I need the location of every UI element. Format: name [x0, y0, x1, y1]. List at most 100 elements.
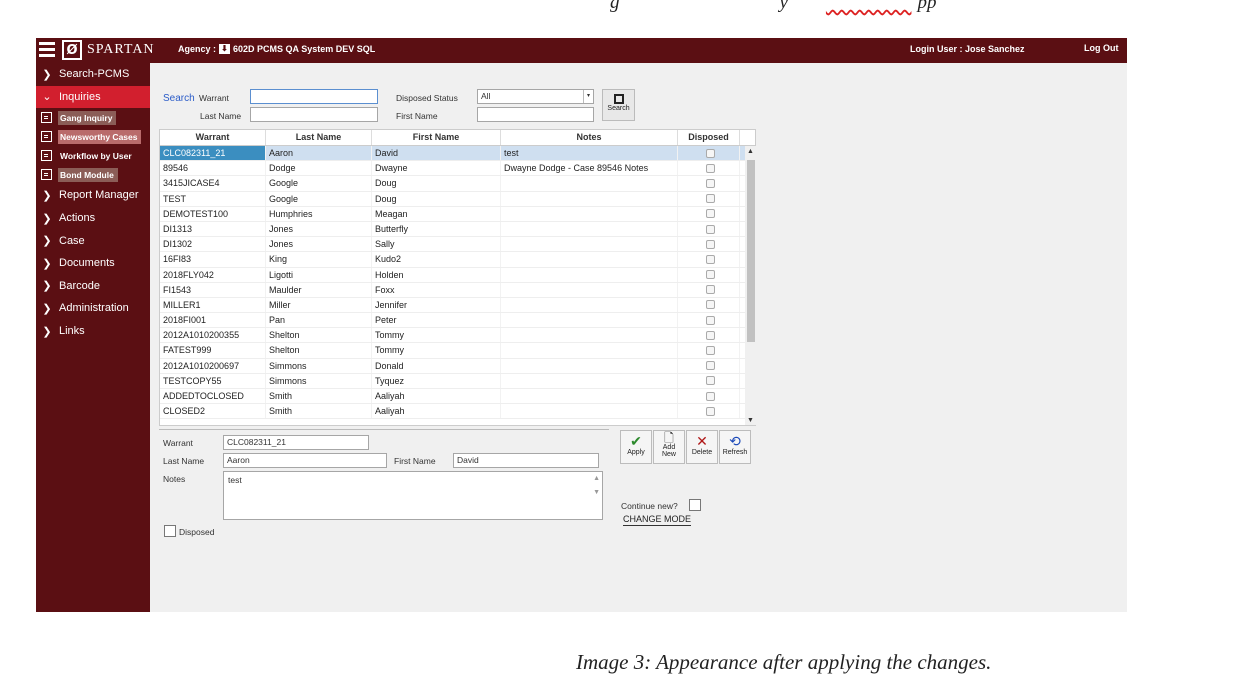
cell-disposed	[678, 282, 740, 297]
table-row[interactable]: FI1543 Maulder Foxx	[160, 282, 745, 298]
disposed-checkbox[interactable]	[705, 391, 715, 401]
continue-new-label: Continue new?	[621, 501, 678, 511]
table-row[interactable]: MILLER1 Miller Jennifer	[160, 297, 745, 314]
disposed-checkbox[interactable]	[705, 361, 715, 371]
add-new-button[interactable]: 🗋 Add New	[653, 430, 685, 464]
search-button[interactable]: Search	[602, 89, 635, 121]
disposed-checkbox[interactable]	[705, 346, 715, 356]
disposed-checkbox[interactable]	[705, 315, 715, 325]
table-row[interactable]: CLOSED2 Smith Aaliyah	[160, 404, 745, 420]
sidebar-item-documents[interactable]: ❯ Documents	[36, 252, 150, 275]
cell-first-name: Tommy	[372, 328, 501, 343]
continue-new-checkbox[interactable]	[689, 499, 701, 511]
figure-caption: Image 3: Appearance after applying the c…	[576, 650, 992, 674]
table-row[interactable]: FATEST999 Shelton Tommy	[160, 343, 745, 359]
sidebar-item-administration[interactable]: ❯ Administration	[36, 297, 150, 320]
disposed-checkbox[interactable]	[705, 406, 715, 416]
cell-warrant: CLOSED2	[160, 404, 266, 419]
disposed-checkbox[interactable]	[705, 148, 715, 158]
logout-link[interactable]: Log Out	[1084, 43, 1119, 53]
search-warrant-input[interactable]	[250, 89, 378, 104]
sidebar-subitem-gang-inquiry[interactable]: Gang Inquiry	[36, 108, 150, 127]
scroll-down-icon[interactable]: ▼	[747, 417, 754, 424]
cell-first-name: Meagan	[372, 206, 501, 221]
disposed-status-value: All	[481, 91, 491, 101]
table-row[interactable]: 89546 Dodge Dwayne Dwayne Dodge - Case 8954…	[160, 161, 745, 177]
table-row[interactable]: 3415JICASE4 Google Doug	[160, 176, 745, 192]
disposed-checkbox[interactable]	[705, 163, 715, 173]
sidebar-item-barcode[interactable]: ❯ Barcode	[36, 275, 150, 298]
table-row[interactable]: TEST Google Doug	[160, 191, 745, 207]
table-body: CLC082311_21 Aaron David test 89546 Dodge Dway…	[160, 146, 745, 425]
table-row[interactable]: 2012A1010200355 Shelton Tommy	[160, 328, 745, 344]
detail-notes-textarea[interactable]: test ▲ ▼	[223, 471, 603, 520]
chevron-right-icon: ❯	[42, 257, 52, 270]
detail-firstname-input[interactable]: David	[453, 453, 599, 468]
table-row[interactable]: CLC082311_21 Aaron David test	[160, 146, 745, 162]
disposed-checkbox[interactable]	[705, 270, 715, 280]
cell-first-name: Dwayne	[372, 161, 501, 176]
table-row[interactable]: 2018FLY042 Ligotti Holden	[160, 267, 745, 283]
disposed-status-select[interactable]: All ▾	[477, 89, 594, 104]
col-header-notes[interactable]: Notes	[501, 130, 678, 145]
sidebar-item-label: Documents	[59, 257, 115, 270]
cell-notes	[501, 343, 678, 358]
table-scrollbar[interactable]: ▲ ▼	[745, 146, 756, 425]
detail-warrant-input[interactable]: CLC082311_21	[223, 435, 369, 450]
table-row[interactable]: 16FI83 King Kudo2	[160, 252, 745, 268]
sidebar-subitem-label: Bond Module	[58, 167, 118, 182]
cell-disposed	[678, 267, 740, 282]
table-row[interactable]: DI1313 Jones Butterfly	[160, 221, 745, 238]
sidebar-subitem-workflow-by-user[interactable]: Workflow by User	[36, 146, 150, 165]
disposed-checkbox[interactable]	[705, 194, 715, 204]
sidebar-item-search-pcms[interactable]: ❯ Search-PCMS	[36, 63, 150, 86]
delete-button[interactable]: ✕ Delete	[686, 430, 718, 464]
dropdown-arrow-icon[interactable]: ▾	[583, 90, 593, 103]
col-header-last-name[interactable]: Last Name	[266, 130, 372, 145]
sidebar-item-report-manager[interactable]: ❯ Report Manager	[36, 184, 150, 207]
col-header-first-name[interactable]: First Name	[372, 130, 501, 145]
sidebar-item-links[interactable]: ❯ Links	[36, 320, 150, 343]
disposed-checkbox[interactable]	[705, 224, 715, 234]
disposed-checkbox[interactable]	[705, 178, 715, 188]
refresh-button[interactable]: ⟲ Refresh	[719, 430, 751, 464]
table-row[interactable]: DI1302 Jones Sally	[160, 237, 745, 253]
detail-lastname-input[interactable]: Aaron	[223, 453, 387, 468]
col-header-disposed[interactable]: Disposed	[678, 130, 740, 145]
disposed-checkbox[interactable]	[705, 376, 715, 386]
table-row[interactable]: ADDEDTOCLOSED Smith Aaliyah	[160, 389, 745, 405]
sidebar-item-case[interactable]: ❯ Case	[36, 229, 150, 252]
hamburger-menu-icon[interactable]	[39, 42, 55, 58]
disposed-checkbox[interactable]	[705, 239, 715, 249]
sidebar-item-inquiries[interactable]: ⌄ Inquiries	[36, 85, 150, 109]
table-row[interactable]: DEMOTEST100 Humphries Meagan	[160, 206, 745, 222]
textarea-scroll-icon[interactable]: ▲ ▼	[593, 475, 600, 496]
disposed-checkbox[interactable]	[705, 285, 715, 295]
search-firstname-input[interactable]	[477, 107, 594, 122]
apply-button[interactable]: ✔ Apply	[620, 430, 652, 464]
detail-disposed-checkbox[interactable]	[164, 525, 176, 537]
table-row[interactable]: TESTCOPY55 Simmons Tyquez	[160, 373, 745, 389]
disposed-checkbox[interactable]	[705, 254, 715, 264]
sidebar-subitem-label: Gang Inquiry	[58, 110, 117, 125]
sidebar-item-label: Barcode	[59, 279, 100, 292]
cell-notes	[501, 176, 678, 191]
scroll-up-icon[interactable]: ▲	[747, 148, 754, 155]
disposed-checkbox[interactable]	[705, 300, 715, 310]
spellcheck-squiggle	[826, 0, 912, 13]
scrollbar-thumb[interactable]	[747, 160, 755, 342]
change-mode-button[interactable]: CHANGE MODE	[623, 514, 692, 526]
apply-label: Apply	[627, 449, 645, 456]
disposed-checkbox[interactable]	[705, 330, 715, 340]
agency-download-icon[interactable]: ⬇	[219, 44, 231, 54]
sidebar-subitem-bond-module[interactable]: Bond Module	[36, 165, 150, 184]
chevron-down-icon: ⌄	[42, 91, 52, 104]
table-row[interactable]: 2018FI001 Pan Peter	[160, 313, 745, 329]
col-header-warrant[interactable]: Warrant	[160, 130, 266, 145]
table-row[interactable]: 2012A1010200697 Simmons Donald	[160, 358, 745, 374]
sidebar-item-actions[interactable]: ❯ Actions	[36, 207, 150, 230]
sidebar-subitem-label: Newsworthy Cases	[58, 129, 142, 144]
disposed-checkbox[interactable]	[705, 209, 715, 219]
sidebar-subitem-newsworthy-cases[interactable]: Newsworthy Cases	[36, 127, 150, 146]
search-lastname-input[interactable]	[250, 107, 378, 122]
